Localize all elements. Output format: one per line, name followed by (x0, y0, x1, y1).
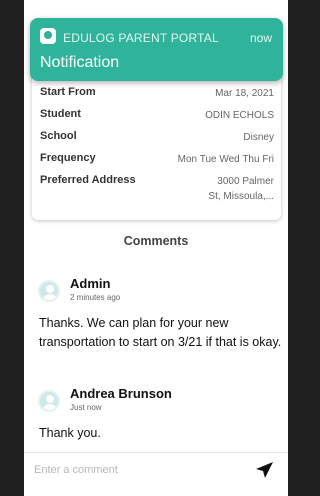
detail-label: Frequency (40, 152, 96, 164)
address-line-1: 3000 Palmer (217, 176, 274, 187)
app-screen: Start From Mar 18, 2021 Student ODIN ECH… (24, 0, 288, 496)
comment-author: Andrea Brunson (70, 386, 172, 401)
detail-value: ODIN ECHOLS (205, 110, 274, 121)
detail-value: Disney (243, 132, 274, 143)
detail-value: Mar 18, 2021 (215, 88, 274, 99)
send-button[interactable] (253, 458, 277, 482)
comment-time: 2 minutes ago (70, 293, 121, 302)
detail-label: Student (40, 108, 81, 120)
detail-label: Preferred Address (40, 174, 136, 186)
edulog-app-icon (40, 28, 56, 44)
device-frame-right (288, 0, 294, 496)
detail-label: School (40, 130, 77, 142)
notification-app-name: EDULOG PARENT PORTAL (63, 31, 219, 45)
device-frame-left (0, 0, 24, 496)
detail-label: Start From (40, 86, 96, 98)
notification-title: Notification (40, 54, 120, 71)
notification-time: now (249, 31, 272, 45)
push-notification-banner[interactable]: EDULOG PARENT PORTAL now Notification (30, 18, 283, 81)
send-icon (256, 462, 273, 478)
address-line-2: St, Missoula,... (208, 191, 274, 202)
user-avatar-icon (38, 280, 60, 302)
comment-author: Admin (70, 276, 111, 291)
comments-heading: Comments (123, 234, 189, 248)
user-avatar-icon (38, 390, 60, 412)
detail-value: 3000 Palmer St, Missoula,... (208, 174, 274, 204)
comment-text: Thanks. We can plan for your new transpo… (39, 316, 282, 349)
detail-value: Mon Tue Wed Thu Fri (177, 154, 274, 165)
comment-text: Thank you. (39, 426, 101, 440)
comment-time: Just now (70, 403, 102, 412)
comment-input[interactable] (34, 459, 244, 481)
input-divider (24, 452, 288, 453)
